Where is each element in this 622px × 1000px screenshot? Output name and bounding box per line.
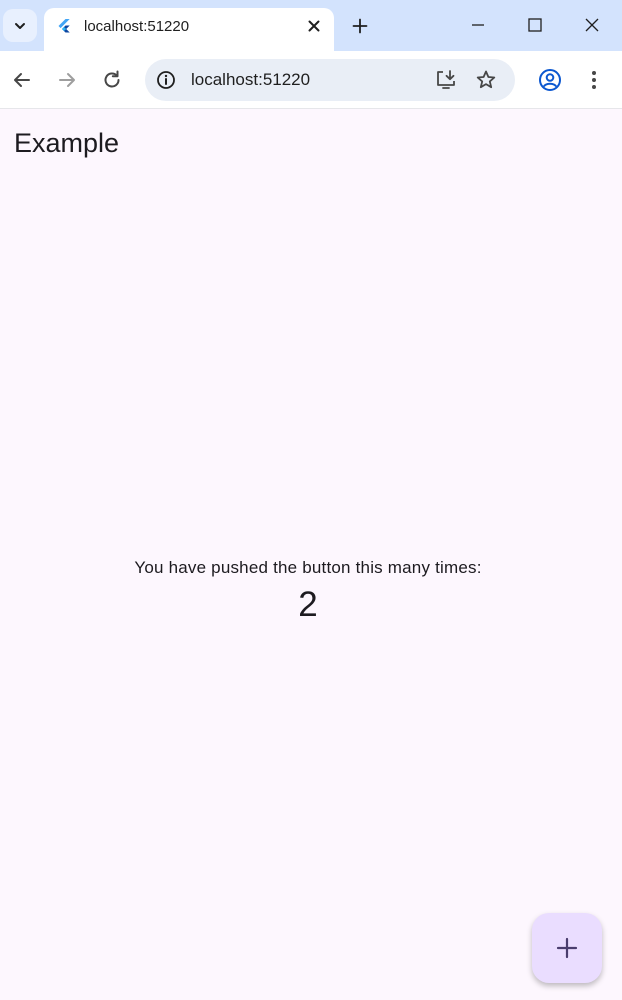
counter-label: You have pushed the button this many tim… — [134, 558, 482, 577]
forward-arrow-icon[interactable] — [55, 68, 79, 92]
install-app-icon[interactable] — [435, 69, 457, 91]
tab-title: localhost:51220 — [84, 18, 190, 35]
flutter-logo-icon — [58, 19, 70, 33]
browser-toolbar: localhost:51220 — [0, 51, 622, 109]
window-close-icon[interactable] — [583, 16, 601, 34]
reload-icon[interactable] — [100, 68, 124, 92]
minimize-icon[interactable] — [469, 16, 487, 34]
address-text[interactable]: localhost:51220 — [191, 70, 310, 90]
star-icon[interactable] — [475, 69, 497, 91]
tab-strip: localhost:51220 — [0, 0, 622, 51]
add-icon — [556, 937, 578, 959]
info-icon[interactable] — [155, 69, 177, 91]
kebab-menu-icon[interactable] — [584, 68, 604, 92]
plus-icon[interactable] — [352, 18, 368, 34]
browser-tab[interactable]: localhost:51220 — [44, 8, 334, 51]
close-icon[interactable] — [306, 18, 322, 34]
address-bar[interactable]: localhost:51220 — [145, 59, 515, 101]
page-title: Example — [14, 128, 120, 158]
tab-search-button[interactable] — [3, 9, 37, 42]
increment-button[interactable] — [532, 913, 602, 983]
back-arrow-icon[interactable] — [10, 68, 34, 92]
counter-value: 2 — [298, 585, 318, 624]
chevron-down-icon — [15, 22, 25, 29]
profile-icon[interactable] — [538, 68, 562, 92]
maximize-icon[interactable] — [526, 16, 544, 34]
